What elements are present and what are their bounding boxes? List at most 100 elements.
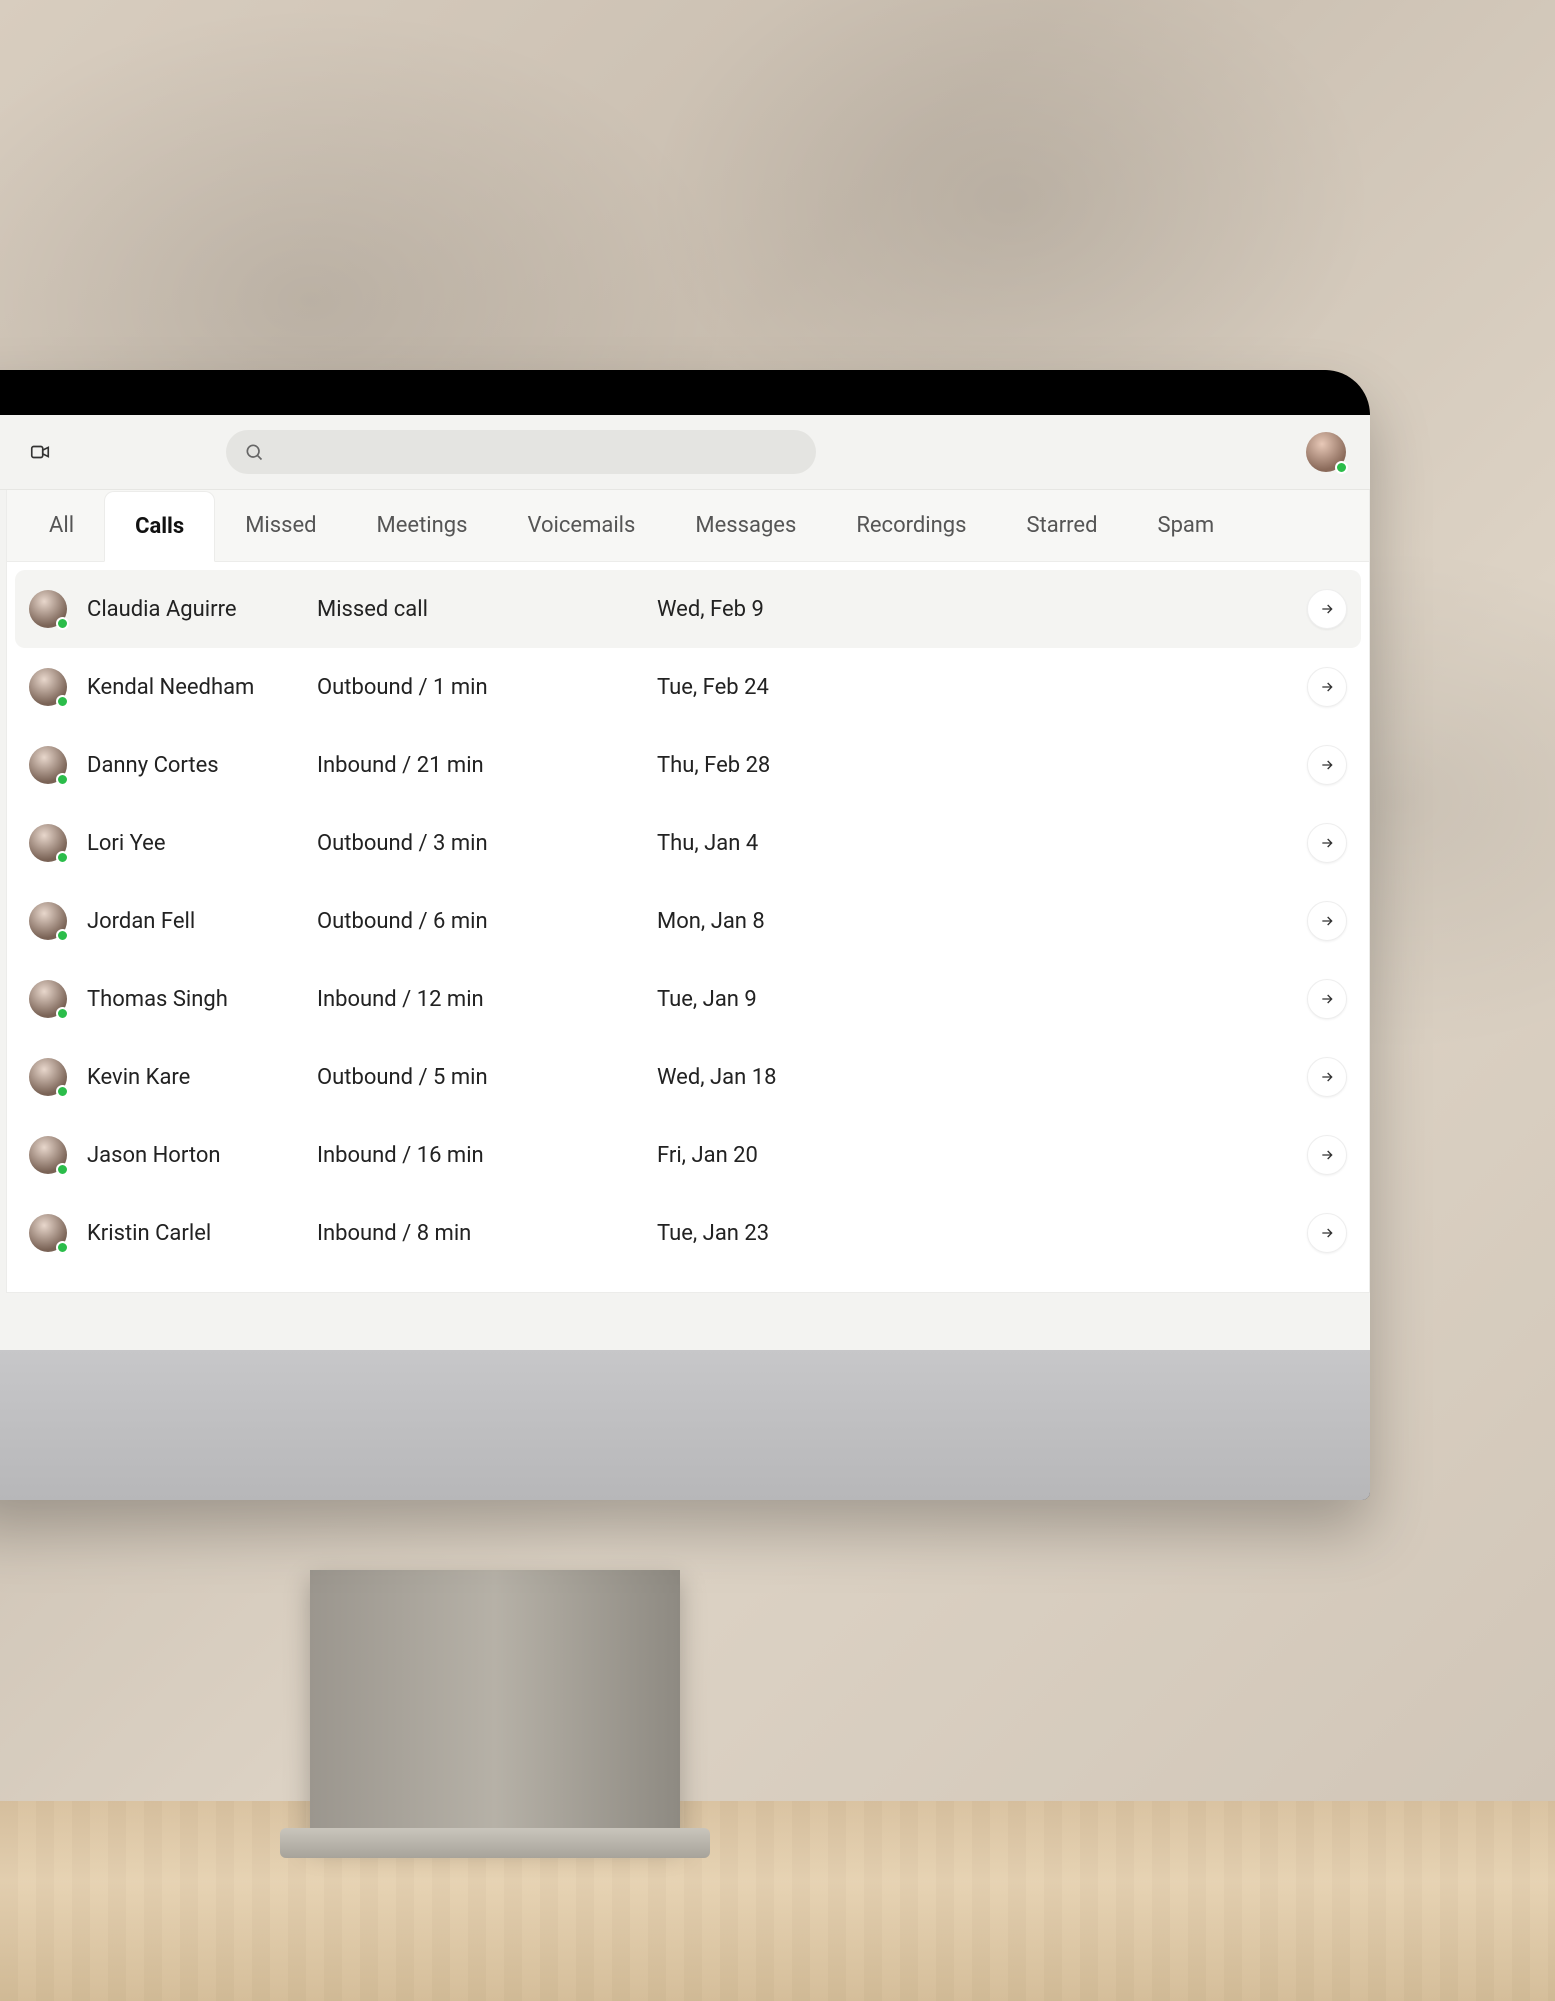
call-row[interactable]: Danny CortesInbound / 21 minThu, Feb 28 (15, 726, 1361, 804)
open-call-button[interactable] (1307, 589, 1347, 629)
call-status: Inbound / 16 min (317, 1143, 657, 1168)
presence-dot-icon (56, 1163, 69, 1176)
open-call-button[interactable] (1307, 1057, 1347, 1097)
arrow-right-icon (1319, 757, 1335, 773)
open-call-button[interactable] (1307, 979, 1347, 1019)
tab-recordings[interactable]: Recordings (826, 490, 996, 561)
call-name: Lori Yee (87, 831, 317, 856)
desk-surface (0, 1801, 1555, 2001)
presence-dot-icon (56, 695, 69, 708)
tab-meetings[interactable]: Meetings (347, 490, 498, 561)
tab-calls[interactable]: Calls (104, 491, 215, 562)
avatar (29, 1214, 67, 1252)
avatar (29, 824, 67, 862)
call-status: Inbound / 21 min (317, 753, 657, 778)
call-row[interactable]: Kendal NeedhamOutbound / 1 minTue, Feb 2… (15, 648, 1361, 726)
tab-messages[interactable]: Messages (665, 490, 826, 561)
open-call-button[interactable] (1307, 1213, 1347, 1253)
profile-avatar[interactable] (1306, 432, 1346, 472)
avatar (29, 668, 67, 706)
open-call-button[interactable] (1307, 823, 1347, 863)
presence-dot-icon (56, 851, 69, 864)
call-row[interactable]: Thomas SinghInbound / 12 minTue, Jan 9 (15, 960, 1361, 1038)
tab-all[interactable]: All (19, 490, 104, 561)
monitor-bezel-top (0, 370, 1370, 415)
video-icon[interactable] (22, 434, 58, 470)
call-date: Fri, Jan 20 (657, 1143, 1287, 1168)
avatar (29, 902, 67, 940)
call-date: Wed, Feb 9 (657, 597, 1287, 622)
tab-spam[interactable]: Spam (1128, 490, 1245, 561)
call-status: Outbound / 1 min (317, 675, 657, 700)
presence-dot-icon (1335, 461, 1348, 474)
call-name: Kevin Kare (87, 1065, 317, 1090)
tab-label: Recordings (856, 513, 966, 538)
call-status: Outbound / 6 min (317, 909, 657, 934)
presence-dot-icon (56, 1085, 69, 1098)
app-screen: All Calls Missed Meetings Voicemails Messages… (0, 415, 1370, 1350)
call-name: Thomas Singh (87, 987, 317, 1012)
arrow-right-icon (1319, 835, 1335, 851)
tab-label: Messages (695, 513, 796, 538)
tab-label: Starred (1026, 513, 1097, 538)
call-name: Claudia Aguirre (87, 597, 317, 622)
monitor-stand (310, 1570, 680, 1840)
call-row[interactable]: Jason HortonInbound / 16 minFri, Jan 20 (15, 1116, 1361, 1194)
arrow-right-icon (1319, 1225, 1335, 1241)
call-name: Jason Horton (87, 1143, 317, 1168)
call-name: Jordan Fell (87, 909, 317, 934)
arrow-right-icon (1319, 991, 1335, 1007)
tab-label: Voicemails (527, 513, 635, 538)
tab-label: All (49, 513, 74, 538)
content-panel: All Calls Missed Meetings Voicemails Messages… (6, 490, 1370, 1293)
call-row[interactable]: Claudia AguirreMissed callWed, Feb 9 (15, 570, 1361, 648)
open-call-button[interactable] (1307, 667, 1347, 707)
call-row[interactable]: Kevin KareOutbound / 5 minWed, Jan 18 (15, 1038, 1361, 1116)
call-row[interactable]: Kristin CarlelInbound / 8 minTue, Jan 23 (15, 1194, 1361, 1272)
topbar (0, 415, 1370, 490)
call-name: Kristin Carlel (87, 1221, 317, 1246)
tabs: All Calls Missed Meetings Voicemails Messages… (7, 490, 1369, 562)
presence-dot-icon (56, 1241, 69, 1254)
arrow-right-icon (1319, 1069, 1335, 1085)
monitor-chin (0, 1350, 1370, 1500)
avatar (29, 1058, 67, 1096)
tab-label: Meetings (377, 513, 468, 538)
tab-label: Spam (1158, 513, 1215, 538)
open-call-button[interactable] (1307, 1135, 1347, 1175)
avatar (29, 746, 67, 784)
tab-label: Calls (135, 514, 184, 539)
arrow-right-icon (1319, 679, 1335, 695)
open-call-button[interactable] (1307, 745, 1347, 785)
call-status: Missed call (317, 597, 657, 622)
arrow-right-icon (1319, 1147, 1335, 1163)
tab-label: Missed (245, 513, 316, 538)
call-status: Inbound / 8 min (317, 1221, 657, 1246)
call-status: Outbound / 3 min (317, 831, 657, 856)
arrow-right-icon (1319, 601, 1335, 617)
call-row[interactable]: Jordan FellOutbound / 6 minMon, Jan 8 (15, 882, 1361, 960)
call-name: Danny Cortes (87, 753, 317, 778)
presence-dot-icon (56, 617, 69, 630)
chat-icon[interactable] (0, 434, 4, 470)
presence-dot-icon (56, 1007, 69, 1020)
call-list: Claudia AguirreMissed callWed, Feb 9Kend… (7, 562, 1369, 1292)
tab-missed[interactable]: Missed (215, 490, 346, 561)
tab-starred[interactable]: Starred (996, 490, 1127, 561)
search-icon (244, 442, 264, 462)
call-date: Thu, Jan 4 (657, 831, 1287, 856)
call-status: Inbound / 12 min (317, 987, 657, 1012)
arrow-right-icon (1319, 913, 1335, 929)
monitor-stand-foot (280, 1828, 710, 1858)
call-date: Tue, Feb 24 (657, 675, 1287, 700)
call-date: Thu, Feb 28 (657, 753, 1287, 778)
open-call-button[interactable] (1307, 901, 1347, 941)
tab-voicemails[interactable]: Voicemails (497, 490, 665, 561)
search-input[interactable] (226, 430, 816, 474)
call-date: Tue, Jan 23 (657, 1221, 1287, 1246)
call-status: Outbound / 5 min (317, 1065, 657, 1090)
call-name: Kendal Needham (87, 675, 317, 700)
avatar (29, 1136, 67, 1174)
call-row[interactable]: Lori YeeOutbound / 3 minThu, Jan 4 (15, 804, 1361, 882)
call-date: Wed, Jan 18 (657, 1065, 1287, 1090)
